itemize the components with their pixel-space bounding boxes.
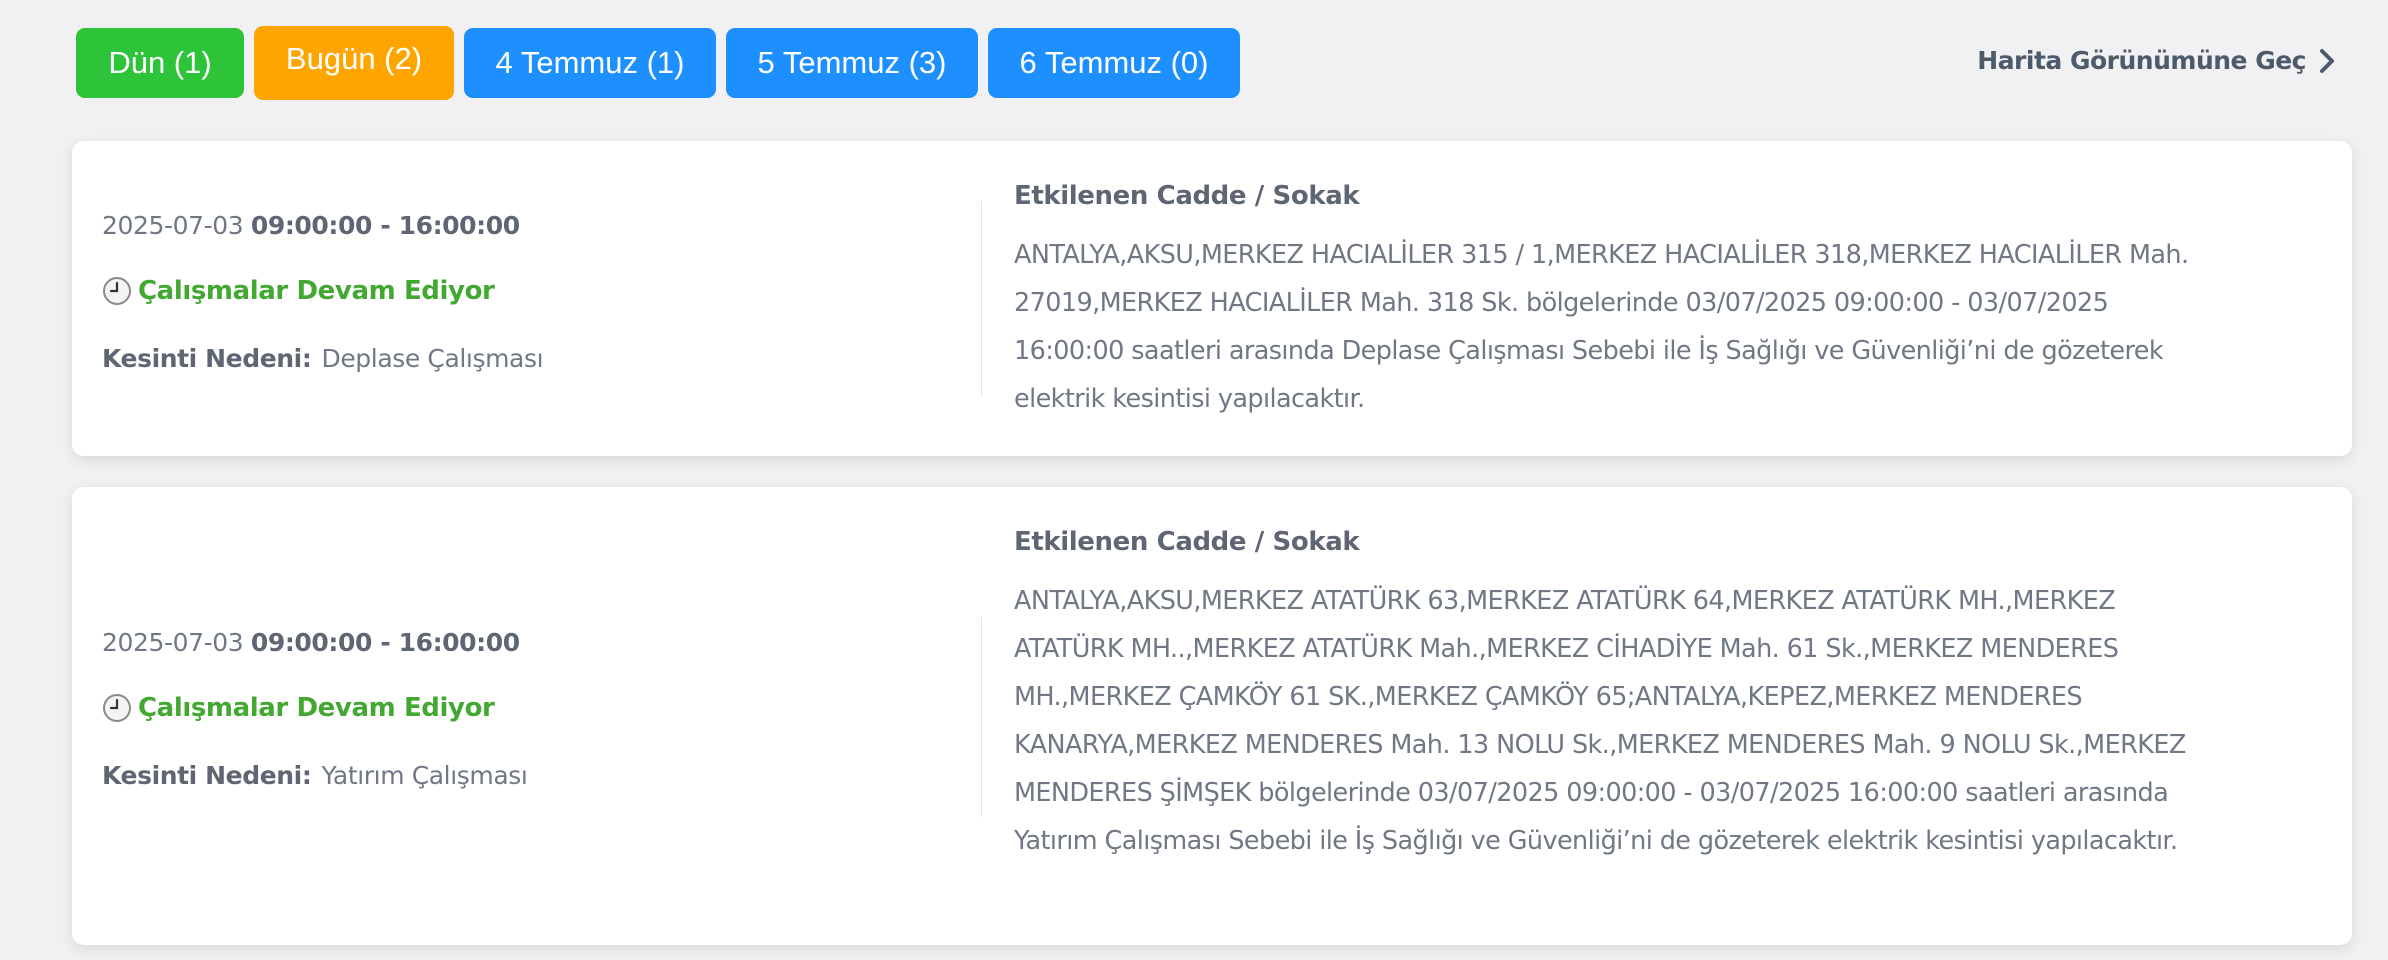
outage-reason-label: Kesinti Nedeni: [102, 344, 312, 373]
outage-reason-value: Yatırım Çalışması [321, 761, 528, 790]
outage-summary: 2025-07-03 09:00:00 - 16:00:00 Çalışmala… [102, 211, 544, 373]
clock-icon [103, 694, 131, 722]
outage-date: 2025-07-03 [102, 211, 244, 240]
outage-card: 2025-07-03 09:00:00 - 16:00:00 Çalışmala… [72, 141, 2352, 456]
affected-streets-title: Etkilenen Cadde / Sokak [1014, 181, 1360, 211]
tab-july-4[interactable]: 4 Temmuz (1) [464, 28, 716, 98]
outage-card: 2025-07-03 09:00:00 - 16:00:00 Çalışmala… [72, 487, 2352, 945]
tab-july-5[interactable]: 5 Temmuz (3) [726, 28, 978, 98]
outage-status-text: Çalışmalar Devam Ediyor [138, 276, 495, 306]
outage-summary: 2025-07-03 09:00:00 - 16:00:00 Çalışmala… [102, 628, 528, 790]
chevron-right-icon [2320, 48, 2334, 73]
outage-status: Çalışmalar Devam Ediyor [102, 276, 543, 306]
tab-july-6[interactable]: 6 Temmuz (0) [988, 28, 1240, 98]
outage-status: Çalışmalar Devam Ediyor [102, 693, 527, 723]
outage-date: 2025-07-03 [102, 628, 244, 657]
tab-yesterday[interactable]: Dün (1) [76, 28, 244, 98]
outage-time-range: 09:00:00 - 16:00:00 [250, 211, 520, 240]
outage-datetime: 2025-07-03 09:00:00 - 16:00:00 [102, 628, 527, 657]
clock-icon [103, 277, 131, 305]
outage-reason: Kesinti Nedeni: Yatırım Çalışması [102, 761, 528, 790]
tab-today[interactable]: Bugün (2) [254, 26, 454, 100]
outage-description: ANTALYA,AKSU,MERKEZ ATATÜRK 63,MERKEZ AT… [1014, 586, 2186, 856]
outage-time-range: 09:00:00 - 16:00:00 [250, 628, 520, 657]
outage-datetime: 2025-07-03 09:00:00 - 16:00:00 [102, 211, 543, 240]
outage-description: ANTALYA,AKSU,MERKEZ HACIALİLER 315 / 1,M… [1014, 240, 2189, 414]
outage-reason-value: Deplase Çalışması [321, 344, 544, 373]
day-tabs-bar: Dün (1) Bugün (2) 4 Temmuz (1) 5 Temmuz … [76, 26, 2336, 100]
card-divider [981, 201, 982, 397]
affected-streets: Etkilenen Cadde / Sokak ANTALYA,AKSU,MER… [1014, 181, 2214, 423]
outage-status-text: Çalışmalar Devam Ediyor [138, 693, 495, 723]
card-divider [981, 617, 982, 817]
affected-streets-title: Etkilenen Cadde / Sokak [1014, 527, 1360, 557]
map-view-label: Harita Görünümüne Geç [1977, 46, 2306, 75]
affected-streets: Etkilenen Cadde / Sokak ANTALYA,AKSU,MER… [1014, 527, 2214, 865]
outage-reason: Kesinti Nedeni: Deplase Çalışması [102, 344, 544, 373]
outage-reason-label: Kesinti Nedeni: [102, 761, 312, 790]
map-view-link[interactable]: Harita Görünümüne Geç [1977, 46, 2336, 75]
